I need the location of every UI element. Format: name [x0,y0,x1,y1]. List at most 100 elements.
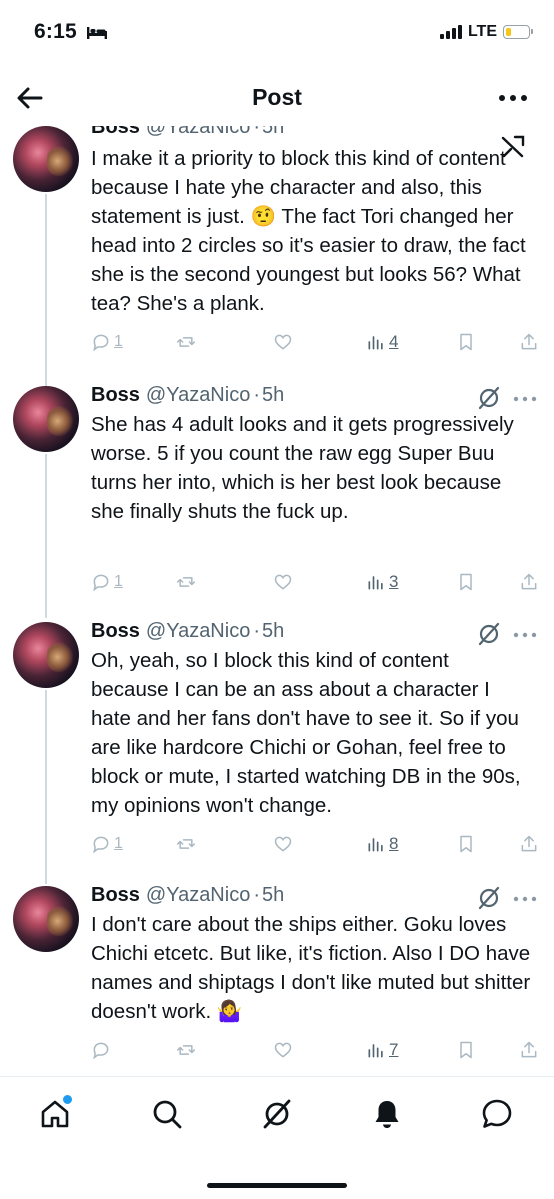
share-button[interactable] [519,330,539,354]
tweet-more-icon[interactable] [512,889,538,909]
search-icon [153,1100,182,1129]
bookmark-button[interactable] [456,1038,476,1062]
status-indicators: LTE [439,23,533,41]
tweet-more-icon[interactable] [512,389,538,409]
cellular-signal-icon [439,25,462,39]
author-name[interactable]: Boss [91,884,140,907]
views-button[interactable]: 4 [366,330,398,354]
grok-icon [263,1099,291,1129]
bookmark-icon [460,835,472,853]
reply-button[interactable]: 1 [91,570,123,594]
like-button[interactable] [273,1038,293,1062]
battery-icon [503,25,533,39]
author-name[interactable]: Boss [91,384,140,407]
like-button[interactable] [273,330,293,354]
tweet[interactable]: Boss @YazaNico · 5h Oh, yeah, so I block… [0,618,554,884]
avatar[interactable] [13,126,79,192]
like-button[interactable] [273,570,293,594]
reply-icon [93,574,109,592]
heart-icon [274,334,292,350]
tweet-header: Boss @YazaNico · 5h [91,884,284,907]
notification-dot [61,1093,74,1106]
grok-icon[interactable] [476,385,502,411]
tweet-text: She has 4 adult looks and it gets progre… [91,413,514,523]
nav-home[interactable] [38,1093,74,1131]
tweet-time: 5h [262,126,285,138]
repost-button[interactable] [176,832,196,856]
tweet-actions: 7 [91,1038,541,1062]
repost-icon [176,839,196,849]
views-button[interactable]: 7 [366,1038,398,1062]
share-button[interactable] [519,570,539,594]
bookmark-button[interactable] [456,330,476,354]
analytics-icon [368,1044,383,1058]
view-count: 3 [389,572,399,591]
more-options-icon[interactable] [496,84,530,112]
author-handle[interactable]: @YazaNico [146,620,250,643]
top-app-bar: Post [0,70,554,126]
author-handle[interactable]: @YazaNico [146,884,250,907]
tweet[interactable]: Boss @YazaNico · 5h She has 4 adult look… [0,382,554,618]
grok-icon[interactable] [476,621,502,647]
avatar[interactable] [13,622,79,688]
author-name[interactable]: Boss [91,620,140,643]
tweet-header: Boss @YazaNico · 5h [91,126,284,139]
grok-icon[interactable] [476,885,502,911]
share-button[interactable] [519,832,539,856]
home-indicator[interactable] [207,1183,347,1188]
reply-icon [93,334,109,352]
reply-button[interactable] [91,1038,114,1062]
repost-icon [176,337,196,347]
nav-search[interactable] [150,1097,184,1131]
reply-button[interactable]: 1 [91,832,123,856]
analytics-icon [368,576,383,590]
view-count: 7 [389,1040,399,1059]
avatar[interactable] [13,386,79,452]
author-handle[interactable]: @YazaNico [146,126,250,139]
bottom-navigation [0,1076,554,1199]
separator-dot: · [253,384,260,406]
nav-grok[interactable] [260,1097,294,1131]
reply-count: 1 [114,333,123,350]
tweet-header: Boss @YazaNico · 5h [91,384,284,407]
views-button[interactable]: 8 [366,832,398,856]
separator-dot: · [253,620,260,642]
analytics-icon [368,336,383,350]
thread-connector-line [45,194,47,408]
tweet-time: 5h [262,884,285,906]
nav-messages[interactable] [480,1097,514,1131]
tweet-text: I don't care about the ships either. Gok… [91,913,531,1023]
sleep-focus-icon [87,27,107,39]
tweet-actions: 1 8 [91,832,541,856]
bookmark-button[interactable] [456,570,476,594]
tweet[interactable]: Boss @YazaNico · 5h I make it a priority… [0,126,554,408]
bookmark-icon [460,573,472,591]
author-name[interactable]: Boss [91,126,140,139]
share-button[interactable] [519,1038,539,1062]
analytics-icon [368,838,383,852]
like-button[interactable] [273,832,293,856]
repost-button[interactable] [176,1038,196,1062]
repost-button[interactable] [176,570,196,594]
reply-button[interactable]: 1 [91,330,123,354]
view-count: 8 [389,834,399,853]
author-handle[interactable]: @YazaNico [146,384,250,407]
reply-icon [93,1042,109,1060]
heart-icon [274,836,292,852]
tweet-more-icon[interactable] [512,625,538,645]
avatar[interactable] [13,886,79,952]
views-button[interactable]: 3 [366,570,398,594]
tweet-time: 5h [262,384,285,406]
status-time: 6:15 [34,20,77,43]
repost-button[interactable] [176,330,196,354]
screen: 6:15 LTE Post Boss @YazaNico · 5h I make… [0,0,554,1199]
bookmark-button[interactable] [456,832,476,856]
share-icon [521,1041,537,1058]
separator-dot: · [253,126,260,138]
thread: Boss @YazaNico · 5h I make it a priority… [0,126,554,1076]
view-count: 4 [389,332,399,351]
share-icon [521,835,537,852]
heart-icon [274,1042,292,1058]
nav-notifications[interactable] [370,1097,404,1131]
tweet[interactable]: Boss @YazaNico · 5h I don't care about t… [0,882,554,1072]
